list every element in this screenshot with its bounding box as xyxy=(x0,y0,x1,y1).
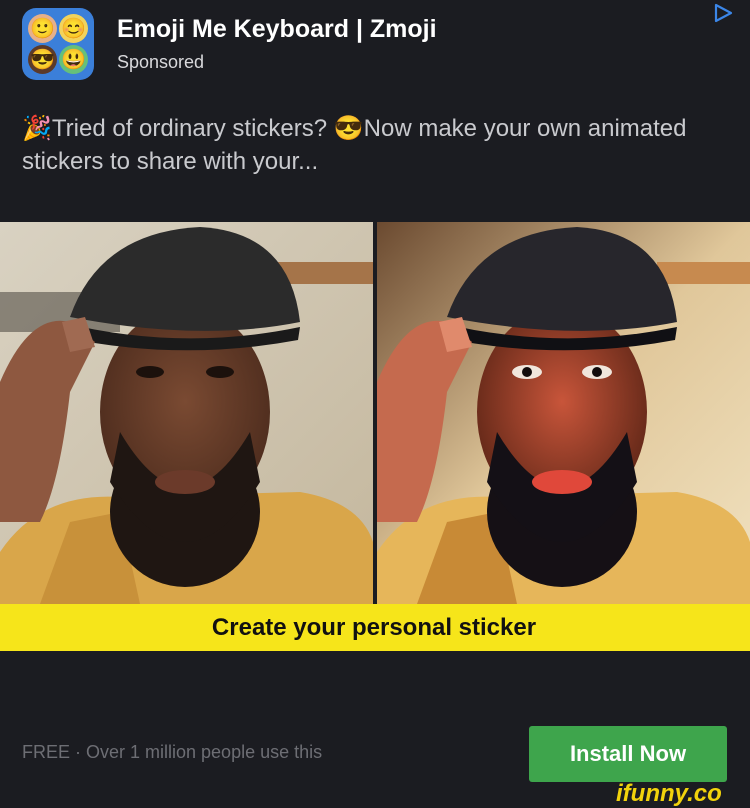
app-icon[interactable]: 🙂 😊 😎 😃 xyxy=(22,8,94,80)
sticker-photo[interactable] xyxy=(377,222,750,604)
emoji-face-icon: 😎 xyxy=(28,45,57,74)
emoji-face-icon: 😊 xyxy=(59,14,88,43)
ad-images[interactable] xyxy=(0,222,750,604)
ad-header: 🙂 😊 😎 😃 Emoji Me Keyboard | Zmoji Sponso… xyxy=(0,0,750,100)
party-popper-icon: 🎉 xyxy=(22,115,52,142)
promo-banner[interactable]: Create your personal sticker xyxy=(0,604,750,651)
banner-text: Create your personal sticker xyxy=(211,613,537,641)
adchoices-icon[interactable] xyxy=(712,2,734,24)
sunglasses-face-icon: 😎 xyxy=(333,115,364,142)
watermark: ifunny.co xyxy=(616,780,722,807)
app-title[interactable]: Emoji Me Keyboard | Zmoji xyxy=(117,15,437,44)
body-text-part-1: Tried of ordinary stickers? xyxy=(51,115,334,142)
sponsored-label: Sponsored xyxy=(117,52,205,72)
install-now-button[interactable]: Install Now xyxy=(529,726,727,782)
ad-body-text: 🎉Tried of ordinary stickers? 😎Now make y… xyxy=(22,112,722,178)
emoji-face-icon: 🙂 xyxy=(28,14,57,43)
footer-description: FREE · Over 1 million people use this xyxy=(22,742,323,762)
emoji-face-icon: 😃 xyxy=(59,45,88,74)
original-photo[interactable] xyxy=(0,222,373,604)
